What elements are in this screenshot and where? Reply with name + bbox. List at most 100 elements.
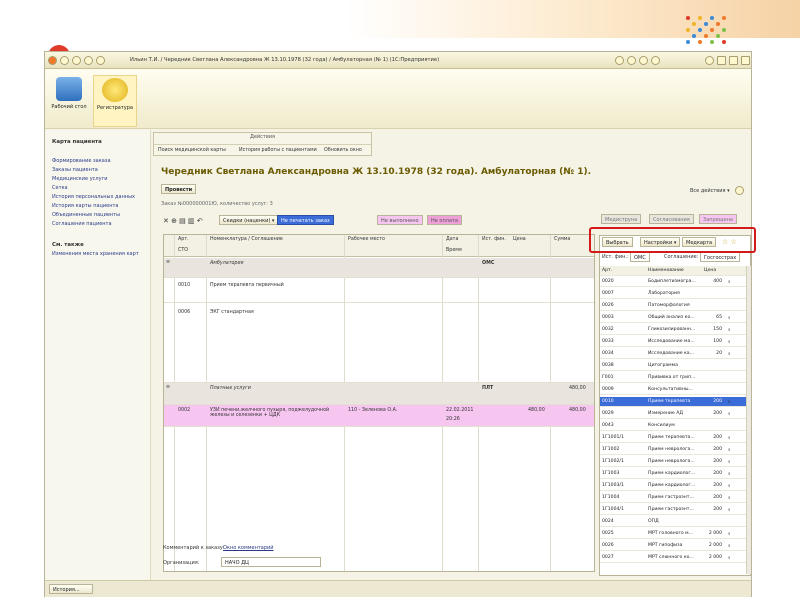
menu-icon[interactable]	[60, 56, 69, 65]
history-link[interactable]: История работы с пациентами	[239, 148, 317, 153]
maximize-icon[interactable]	[729, 56, 738, 65]
not-paid-button[interactable]: Не оплата	[427, 215, 462, 225]
service-row[interactable]: 1Г1004 Прием гастроэнт... 200 ⌕	[600, 493, 746, 503]
actions-panel: Действия Поиск медицинской карты История…	[153, 132, 372, 156]
service-row[interactable]: 0020 Бодиплетизмогра... 400 ⌕	[600, 277, 746, 287]
table-row-selected[interactable]: 0002 УЗИ печени,желчного пузыря, поджелу…	[164, 405, 594, 427]
service-row[interactable]: 0026 МРТ гипофиза 2 000 ⌕	[600, 541, 746, 551]
magnifier-icon[interactable]: ⌕	[728, 411, 731, 417]
close-icon[interactable]	[741, 56, 750, 65]
sidebar-item[interactable]: Соглашения пациента	[52, 221, 112, 227]
magnifier-icon[interactable]: ⌕	[728, 327, 731, 333]
service-row[interactable]: 0043 Консилиум	[600, 421, 746, 431]
service-row[interactable]: 0032 Гликозилированн... 150 ⌕	[600, 325, 746, 335]
org-field[interactable]: НАЧО ДЦ	[221, 557, 321, 567]
table-row[interactable]: 0010 Прием терапевта первичный	[164, 278, 594, 303]
service-row[interactable]: 0033 Исследование ма... 100 ⌕	[600, 337, 746, 347]
print-order-button[interactable]: Не печатать заказ	[277, 215, 334, 225]
minimize-icon[interactable]	[717, 56, 726, 65]
service-row[interactable]: 0026 Патоморфология	[600, 301, 746, 311]
magnifier-icon[interactable]: ⌕	[728, 471, 731, 477]
section-desktop[interactable]: Рабочий стол	[47, 75, 91, 127]
service-row[interactable]: 0034 Исследование ка... 20 ⌕	[600, 349, 746, 359]
magnifier-icon[interactable]: ⌕	[728, 351, 731, 357]
service-row[interactable]: 0009 Консультативны...	[600, 385, 746, 395]
sidebar-item[interactable]: Медицинские услуги	[52, 176, 107, 182]
source-field[interactable]: ОМС	[630, 252, 650, 262]
all-actions-menu[interactable]: Все действия ▾	[690, 188, 730, 194]
refresh-link[interactable]: Обновить окно	[324, 148, 362, 153]
copy-icon[interactable]	[627, 56, 636, 65]
link-icon[interactable]	[615, 56, 624, 65]
unfilled-button[interactable]: Не выполнено	[377, 215, 423, 225]
service-row[interactable]: 0038 Цитограмма	[600, 361, 746, 371]
service-row[interactable]: 1Г1002/1 Прием невролога... 200 ⌕	[600, 457, 746, 467]
magnifier-icon[interactable]: ⌕	[728, 495, 731, 501]
grid-toolbar-icons[interactable]: ✕ ⊕ ▤ ▥ ↶	[163, 217, 203, 225]
sidebar-item[interactable]: Заказы пациента	[52, 167, 98, 173]
decorative-dot	[698, 28, 702, 32]
tab-medistruna[interactable]: Медиструна	[601, 214, 642, 224]
table-row[interactable]: 0006 ЭКГ стандартная	[164, 303, 594, 383]
service-row[interactable]: 1Г1003/1 Прием кардиолог... 200 ⌕	[600, 481, 746, 491]
tab-agreements[interactable]: Согласования	[649, 214, 694, 224]
service-row[interactable]: 0029 Измерение АД 200 ⌕	[600, 409, 746, 419]
app-logo-icon[interactable]	[48, 56, 57, 65]
service-row[interactable]: 0024 ОПД	[600, 517, 746, 527]
sidebar: Карта пациента Формирование заказа Заказ…	[45, 130, 151, 580]
service-row[interactable]: 0025 МРТ головного м... 2 000 ⌕	[600, 529, 746, 539]
back-icon[interactable]	[72, 56, 81, 65]
forward-icon[interactable]	[84, 56, 93, 65]
table-row[interactable]: ⊖ Амбулатория ОМС	[164, 258, 594, 278]
decorative-dot	[710, 40, 714, 44]
calc-icon[interactable]	[639, 56, 648, 65]
history-button[interactable]: История...	[49, 584, 93, 594]
service-row[interactable]: 1Г1002 Прием невролога... 200 ⌕	[600, 445, 746, 455]
service-row[interactable]: 0010 Прием терапевта 200 ⌕	[600, 397, 746, 407]
service-row[interactable]: 1Г1003 Прием кардиолог... 200 ⌕	[600, 469, 746, 479]
sidebar-item[interactable]: Сетка	[52, 185, 68, 191]
table-row[interactable]: ⊖ Платные услуги ПЛТ 480,00	[164, 383, 594, 405]
agreement-label: Соглашение:	[664, 254, 699, 260]
service-row[interactable]: 0007 Лаборатория	[600, 289, 746, 299]
taskbar: История...	[45, 580, 751, 597]
magnifier-icon[interactable]: ⌕	[728, 339, 731, 345]
magnifier-icon[interactable]: ⌕	[728, 399, 731, 405]
service-row[interactable]: 0003 Общий анализ ко... 65 ⌕	[600, 313, 746, 323]
calendar-icon[interactable]	[651, 56, 660, 65]
sidebar-item[interactable]: История персональных данных	[52, 194, 135, 200]
magnifier-icon[interactable]: ⌕	[728, 447, 731, 453]
service-row[interactable]: 0027 МРТ слюнного ко... 2 000 ⌕	[600, 553, 746, 563]
scrollbar[interactable]	[746, 266, 751, 574]
sidebar-item[interactable]: Формирование заказа	[52, 158, 111, 164]
search-card-link[interactable]: Поиск медицинской карты	[158, 148, 226, 153]
service-row[interactable]: 1Г1001/1 Прием терапевта... 200 ⌕	[600, 433, 746, 443]
discount-button[interactable]: Скидки (наценки) ▾	[219, 215, 279, 225]
tab-forbidden[interactable]: Запрещена	[699, 214, 737, 224]
comment-link[interactable]: Окно комментарий	[223, 545, 274, 551]
home-icon[interactable]	[96, 56, 105, 65]
magnifier-icon[interactable]: ⌕	[728, 531, 731, 537]
service-row[interactable]: 1Г1004/1 Прием гастроэнт... 200 ⌕	[600, 505, 746, 515]
order-info: Заказ №000000001Ю, количество услуг: 3	[161, 201, 273, 207]
magnifier-icon[interactable]: ⌕	[728, 507, 731, 513]
post-button[interactable]: Провести	[161, 184, 197, 194]
magnifier-icon[interactable]: ⌕	[728, 279, 731, 285]
info-icon[interactable]	[705, 56, 714, 65]
service-row[interactable]: Г001 Прививка от грип...	[600, 373, 746, 383]
magnifier-icon[interactable]: ⌕	[728, 543, 731, 549]
magnifier-icon[interactable]: ⌕	[728, 435, 731, 441]
sidebar-item[interactable]: Изменения места хранения карт	[52, 251, 139, 257]
section-registry[interactable]: Регистратура	[93, 75, 137, 127]
help-icon[interactable]	[735, 186, 744, 195]
order-grid: Арт. Номенклатура / Соглашение Рабочее м…	[163, 234, 595, 572]
magnifier-icon[interactable]: ⌕	[728, 483, 731, 489]
magnifier-icon[interactable]: ⌕	[728, 555, 731, 561]
agreement-field[interactable]: Госгосстрах	[700, 252, 741, 262]
magnifier-icon[interactable]: ⌕	[728, 315, 731, 321]
decorative-dot	[704, 22, 708, 26]
sidebar-item[interactable]: Объединенные пациенты	[52, 212, 120, 218]
title-bar: Ильин Т.И. / Чередник Светлана Александр…	[45, 52, 751, 69]
magnifier-icon[interactable]: ⌕	[728, 459, 731, 465]
sidebar-item[interactable]: История карты пациента	[52, 203, 119, 209]
